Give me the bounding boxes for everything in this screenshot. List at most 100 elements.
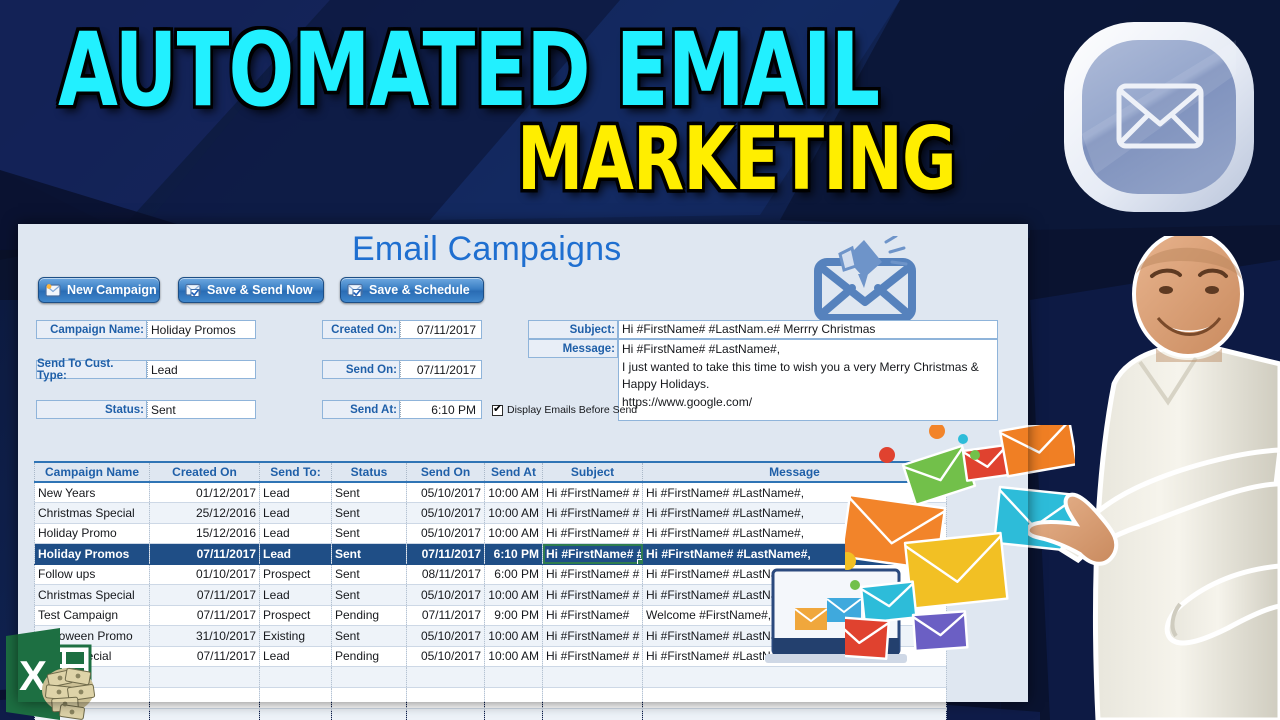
- cell-send-to[interactable]: Lead: [259, 482, 332, 503]
- cell-send-at[interactable]: 10:00 AM: [484, 646, 543, 667]
- cell-empty[interactable]: [331, 687, 407, 709]
- cell-empty[interactable]: [406, 666, 485, 688]
- cell-send-to[interactable]: Lead: [259, 502, 332, 524]
- cell-empty[interactable]: [259, 666, 332, 688]
- table-row[interactable]: Holiday Promo 15/12/2016 Lead Sent 05/10/201…: [34, 523, 947, 544]
- col-status[interactable]: Status: [331, 461, 407, 483]
- cell-subject[interactable]: Hi #FirstName# #: [542, 482, 643, 503]
- col-created-on[interactable]: Created On: [149, 461, 260, 483]
- field-status[interactable]: Status: Sent: [36, 400, 256, 419]
- cell-campaign-name[interactable]: Christmas Special: [34, 584, 150, 606]
- cell-send-at[interactable]: 10:00 AM: [484, 625, 543, 647]
- col-send-on[interactable]: Send On: [406, 461, 485, 483]
- table-row-empty[interactable]: [34, 687, 947, 709]
- cell-created-on[interactable]: 15/12/2016: [149, 523, 260, 544]
- cell-empty[interactable]: [149, 666, 260, 688]
- cell-empty[interactable]: [484, 666, 543, 688]
- cell-subject[interactable]: Hi #FirstName# #: [542, 564, 643, 585]
- cell-created-on[interactable]: 07/11/2017: [149, 584, 260, 606]
- field-send-at[interactable]: Send At: 6:10 PM: [322, 400, 482, 419]
- cell-empty[interactable]: [642, 708, 947, 720]
- cell-send-to[interactable]: Prospect: [259, 605, 332, 626]
- cell-campaign-name[interactable]: Test Campaign: [34, 605, 150, 626]
- save-and-schedule-button[interactable]: Save & Schedule: [340, 277, 484, 303]
- cell-subject[interactable]: Hi #FirstName# #: [542, 625, 643, 647]
- cell-send-to[interactable]: Lead: [259, 646, 332, 667]
- cell-status[interactable]: Sent: [331, 482, 407, 503]
- field-send-on-value[interactable]: 07/11/2017: [400, 360, 482, 379]
- cell-status[interactable]: Pending: [331, 646, 407, 667]
- field-send-at-value[interactable]: 6:10 PM: [400, 400, 482, 419]
- cell-campaign-name[interactable]: Holiday Promos: [34, 543, 150, 565]
- cell-empty[interactable]: [642, 687, 947, 709]
- field-send-to-cust-type-value[interactable]: Lead: [147, 360, 256, 379]
- cell-send-on[interactable]: 07/11/2017: [406, 605, 485, 626]
- cell-empty[interactable]: [542, 687, 643, 709]
- cell-status[interactable]: Sent: [331, 502, 407, 524]
- cell-send-to[interactable]: Lead: [259, 584, 332, 606]
- cell-empty[interactable]: [542, 708, 643, 720]
- cell-send-on[interactable]: 05/10/2017: [406, 502, 485, 524]
- cell-send-at[interactable]: 6:10 PM: [484, 543, 543, 565]
- cell-empty[interactable]: [406, 708, 485, 720]
- field-send-on[interactable]: Send On: 07/11/2017: [322, 360, 482, 379]
- cell-empty[interactable]: [149, 708, 260, 720]
- cell-subject[interactable]: Hi #FirstName#: [542, 605, 643, 626]
- cell-send-to[interactable]: Lead: [259, 543, 332, 565]
- cell-empty[interactable]: [259, 687, 332, 709]
- cell-status[interactable]: Pending: [331, 605, 407, 626]
- cell-created-on[interactable]: 07/11/2017: [149, 543, 260, 565]
- field-campaign-name[interactable]: Campaign Name: Holiday Promos: [36, 320, 256, 339]
- cell-empty[interactable]: [542, 666, 643, 688]
- cell-created-on[interactable]: 01/10/2017: [149, 564, 260, 585]
- cell-send-at[interactable]: 10:00 AM: [484, 502, 543, 524]
- cell-empty[interactable]: [484, 687, 543, 709]
- cell-status[interactable]: Sent: [331, 543, 407, 565]
- cell-campaign-name[interactable]: Christmas Special: [34, 502, 150, 524]
- cell-empty[interactable]: [406, 687, 485, 709]
- checkbox-box[interactable]: [492, 403, 503, 416]
- cell-status[interactable]: Sent: [331, 523, 407, 544]
- save-and-send-now-button[interactable]: Save & Send Now: [178, 277, 324, 303]
- display-emails-before-send-checkbox[interactable]: Display Emails Before Send: [492, 403, 637, 416]
- cell-created-on[interactable]: 07/11/2017: [149, 605, 260, 626]
- cell-status[interactable]: Sent: [331, 564, 407, 585]
- cell-send-to[interactable]: Lead: [259, 523, 332, 544]
- cell-empty[interactable]: [331, 666, 407, 688]
- field-status-value[interactable]: Sent: [147, 400, 256, 419]
- cell-send-on[interactable]: 08/11/2017: [406, 564, 485, 585]
- cell-empty[interactable]: [331, 708, 407, 720]
- cell-send-on[interactable]: 05/10/2017: [406, 646, 485, 667]
- cell-send-at[interactable]: 10:00 AM: [484, 482, 543, 503]
- cell-send-on[interactable]: 05/10/2017: [406, 482, 485, 503]
- table-row-empty[interactable]: [34, 708, 947, 720]
- cell-send-at[interactable]: 6:00 PM: [484, 564, 543, 585]
- field-created-on-value[interactable]: 07/11/2017: [400, 320, 482, 339]
- cell-created-on[interactable]: 01/12/2017: [149, 482, 260, 503]
- field-send-to-cust-type[interactable]: Send To Cust. Type: Lead: [36, 358, 256, 382]
- cell-subject[interactable]: Hi #FirstName# #: [542, 584, 643, 606]
- cell-subject[interactable]: Hi #FirstName# #: [542, 502, 643, 524]
- cell-subject[interactable]: Hi #FirstName# #: [542, 543, 643, 565]
- col-subject[interactable]: Subject: [542, 461, 643, 483]
- cell-send-at[interactable]: 10:00 AM: [484, 523, 543, 544]
- cell-status[interactable]: Sent: [331, 584, 407, 606]
- cell-send-on[interactable]: 05/10/2017: [406, 625, 485, 647]
- table-row[interactable]: Christmas Special 25/12/2016 Lead Sent 05/10…: [34, 502, 947, 524]
- col-send-at[interactable]: Send At: [484, 461, 543, 483]
- table-row[interactable]: New Years 01/12/2017 Lead Sent 05/10/2017 10:…: [34, 482, 947, 503]
- field-subject-value[interactable]: Hi #FirstName# #LastNam.e# Merrry Christ…: [618, 320, 998, 339]
- field-message-value[interactable]: Hi #FirstName# #LastName#, I just wanted…: [618, 339, 998, 421]
- cell-send-on[interactable]: 05/10/2017: [406, 523, 485, 544]
- col-campaign-name[interactable]: Campaign Name: [34, 461, 150, 483]
- cell-send-at[interactable]: 9:00 PM: [484, 605, 543, 626]
- cell-send-on[interactable]: 05/10/2017: [406, 584, 485, 606]
- cell-send-to[interactable]: Existing: [259, 625, 332, 647]
- cell-created-on[interactable]: 25/12/2016: [149, 502, 260, 524]
- cell-campaign-name[interactable]: Holiday Promo: [34, 523, 150, 544]
- cell-empty[interactable]: [149, 687, 260, 709]
- cell-status[interactable]: Sent: [331, 625, 407, 647]
- cell-send-to[interactable]: Prospect: [259, 564, 332, 585]
- cell-campaign-name[interactable]: Follow ups: [34, 564, 150, 585]
- field-created-on[interactable]: Created On: 07/11/2017: [322, 320, 482, 339]
